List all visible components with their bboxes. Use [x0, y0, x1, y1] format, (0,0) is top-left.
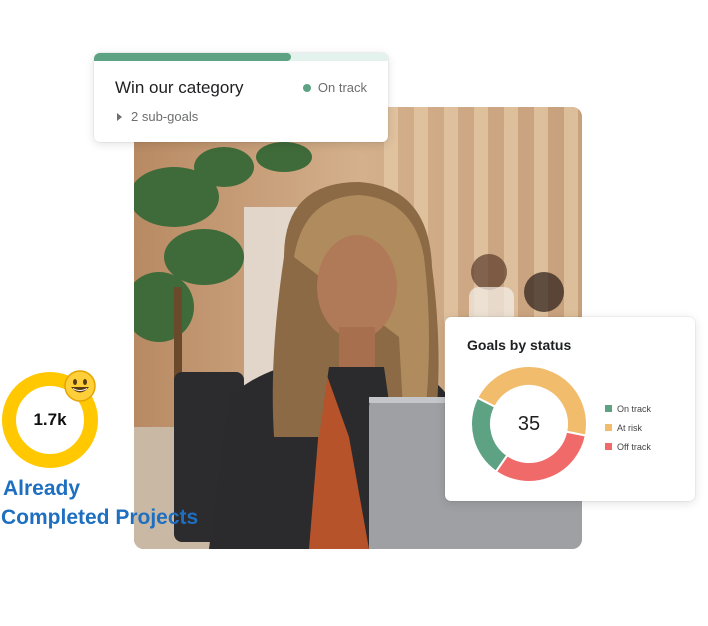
smiley-icon — [64, 370, 96, 402]
legend-item: On track — [605, 399, 651, 418]
goal-title: Win our category — [115, 78, 244, 97]
legend-label: Off track — [617, 441, 651, 452]
legend-item: Off track — [605, 437, 651, 456]
chart-legend: On track At risk Off track — [605, 399, 651, 456]
projects-caption-line2: Completed Projects — [1, 506, 199, 529]
sub-goals-label: 2 sub-goals — [131, 109, 199, 124]
status-card-title: Goals by status — [467, 337, 572, 353]
projects-caption-line1: Already — [3, 477, 81, 500]
donut-total: 35 — [517, 412, 541, 435]
legend-item: At risk — [605, 418, 651, 437]
legend-swatch — [605, 443, 612, 450]
goal-status-label: On track — [317, 80, 367, 95]
legend-swatch — [605, 424, 612, 431]
sub-goals-toggle[interactable]: 2 sub-goals — [117, 109, 198, 124]
legend-label: On track — [617, 403, 652, 414]
caret-right-icon — [117, 112, 122, 121]
goal-status: On track — [302, 80, 367, 95]
goals-by-status-card: Goals by status 35 On track At risk Off tr… — [445, 317, 695, 501]
goal-card[interactable]: Win our category On track 2 sub-goals — [94, 53, 388, 142]
legend-label: At risk — [617, 422, 643, 433]
goal-progress-bar — [94, 53, 388, 61]
status-dot-icon — [302, 83, 311, 92]
projects-caption: Already Completed Projects — [1, 474, 198, 532]
goal-progress-fill — [94, 53, 291, 61]
legend-swatch — [605, 405, 612, 412]
